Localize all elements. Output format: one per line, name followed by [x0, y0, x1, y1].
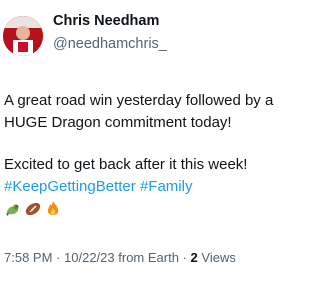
tweet-date[interactable]: 10/22/23	[64, 250, 115, 265]
hashtag-family[interactable]: #Family	[140, 178, 193, 195]
tweet-source: from Earth	[118, 250, 179, 265]
hashtag-keepgettingbetter[interactable]: #KeepGettingBetter	[4, 178, 136, 195]
views-label: Views	[201, 250, 236, 265]
views-count[interactable]: 2	[191, 250, 198, 265]
avatar[interactable]	[3, 16, 43, 56]
meta-separator-2: ·	[182, 250, 187, 265]
tweet-header: Chris Needham @needhamchris_	[0, 0, 300, 70]
hashtag-line: #KeepGettingBetter #Family	[4, 176, 300, 198]
author-names: Chris Needham @needhamchris_	[53, 12, 167, 54]
football-icon	[24, 200, 42, 218]
tweet-text-line-1: A great road win yesterday followed by a	[4, 92, 274, 109]
user-handle[interactable]: @needhamchris_	[53, 35, 167, 54]
tweet-time[interactable]: 7:58 PM	[4, 250, 52, 265]
display-name[interactable]: Chris Needham	[53, 12, 167, 31]
tweet-meta: 7:58 PM · 10/22/23 from Earth · 2 Views	[4, 249, 236, 266]
emoji-row	[4, 199, 300, 219]
tweet-text-line-2: HUGE Dragon commitment today!	[4, 113, 232, 131]
dragon-icon	[4, 200, 22, 218]
tweet-text-line-3: Excited to get back after it this week!	[4, 156, 248, 173]
meta-separator: ·	[56, 250, 61, 265]
tweet-text: A great road win yesterday followed by a…	[4, 90, 300, 219]
fire-icon	[44, 200, 62, 218]
